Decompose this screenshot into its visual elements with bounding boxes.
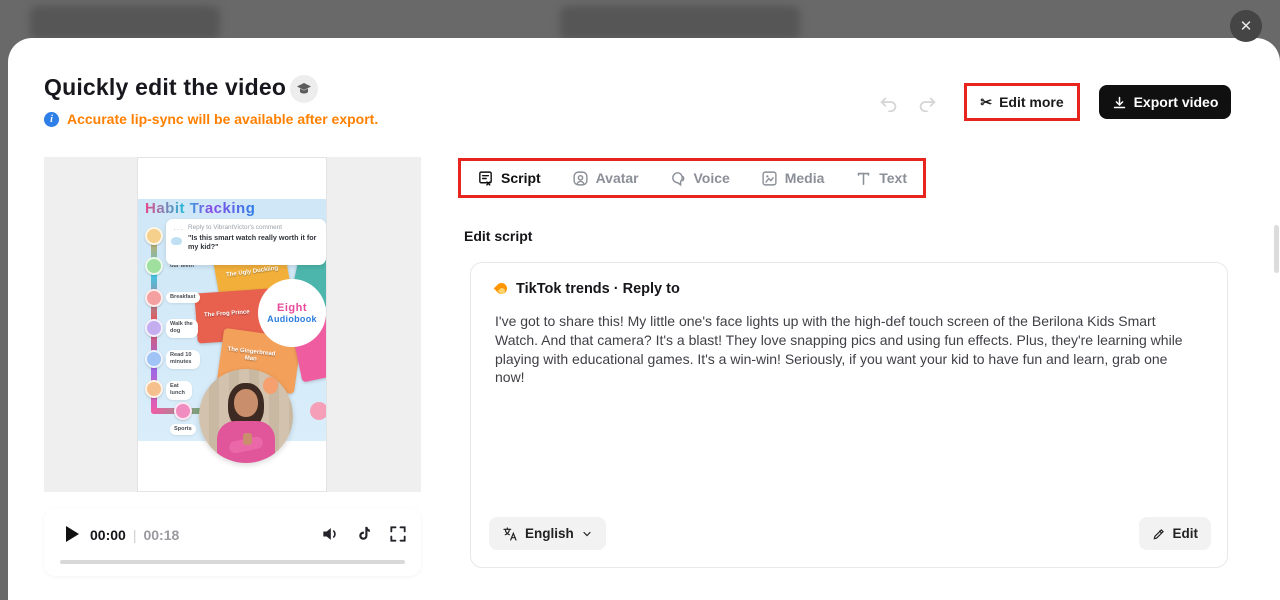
info-icon: i <box>44 112 59 127</box>
pencil-icon <box>1152 527 1166 541</box>
audiobook-badge: Eight Audiobook <box>258 279 326 347</box>
volume-icon[interactable] <box>320 524 340 544</box>
time-display: 00:00 | 00:18 <box>90 527 179 543</box>
translate-icon <box>502 526 518 542</box>
player-bar: 00:00 | 00:18 <box>44 508 421 576</box>
timeline-label: Sports <box>170 424 196 435</box>
current-time: 00:00 <box>90 527 126 543</box>
timeline-dot <box>310 402 327 420</box>
commenter-avatar <box>171 237 182 245</box>
script-icon <box>477 170 494 187</box>
chevron-down-icon <box>581 528 593 540</box>
tab-script-label: Script <box>501 170 541 186</box>
timeline-label: Read 10 minutes <box>166 350 200 369</box>
export-video-button[interactable]: Export video <box>1099 85 1231 119</box>
language-selector[interactable]: English <box>489 517 606 550</box>
duration: 00:18 <box>143 527 179 543</box>
text-icon <box>855 170 872 187</box>
notice-text: Accurate lip-sync will be available afte… <box>67 111 378 127</box>
timeline-dot <box>145 319 163 337</box>
timeline-dot <box>145 350 163 368</box>
timeline-dot <box>174 402 192 420</box>
tab-text[interactable]: Text <box>855 170 907 187</box>
artwork-title: Habit Tracking <box>145 200 255 217</box>
more-dots-icon: ··· <box>173 225 184 234</box>
edit-script-label: Edit script <box>464 228 532 244</box>
graduation-cap-icon[interactable] <box>290 75 318 103</box>
edit-video-modal: Quickly edit the video i Accurate lip-sy… <box>8 38 1280 600</box>
presenter-hand <box>243 433 252 445</box>
presenter-avatar <box>199 369 293 463</box>
avatar-icon <box>572 170 589 187</box>
video-preview-panel: Habit Tracking our teeth Breakfast Walk … <box>44 157 421 492</box>
play-icon[interactable] <box>66 526 79 542</box>
tab-media[interactable]: Media <box>761 170 825 187</box>
timeline-label: Walk the dog <box>166 319 198 338</box>
presenter-face <box>234 389 258 417</box>
balloon-decor <box>263 377 278 394</box>
background-blob <box>560 6 800 40</box>
script-card-header: TikTok trends · Reply to <box>495 281 680 297</box>
script-card: TikTok trends · Reply to I've got to sha… <box>470 262 1228 568</box>
export-video-label: Export video <box>1134 94 1219 110</box>
progress-bar[interactable] <box>60 560 405 564</box>
video-canvas[interactable]: Habit Tracking our teeth Breakfast Walk … <box>137 157 327 492</box>
page-scrollbar[interactable] <box>1274 225 1279 273</box>
audiobook-line2: Audiobook <box>267 314 317 324</box>
edit-script-button[interactable]: Edit <box>1139 517 1212 550</box>
comment-reply-label: Reply to VibrantVictor's comment <box>188 224 320 231</box>
tab-voice-label: Voice <box>694 170 730 186</box>
page-title: Quickly edit the video <box>44 74 286 101</box>
audiobook-line1: Eight <box>277 302 307 315</box>
language-label: English <box>525 526 574 541</box>
tab-media-label: Media <box>785 170 825 186</box>
tab-script[interactable]: Script <box>477 170 541 187</box>
download-icon <box>1112 95 1127 110</box>
timeline-dot <box>145 257 163 275</box>
undo-icon[interactable] <box>878 92 900 114</box>
tab-avatar-label: Avatar <box>596 170 639 186</box>
editor-tabs: Script Avatar Voice Media Text <box>461 161 923 195</box>
edit-more-button[interactable]: ✂ Edit more <box>969 88 1075 116</box>
script-text[interactable]: I've got to share this! My little one's … <box>495 312 1195 387</box>
close-icon[interactable]: ✕ <box>1230 10 1262 42</box>
redo-icon[interactable] <box>916 92 938 114</box>
scissors-icon: ✂ <box>980 95 992 109</box>
fire-icon <box>495 282 507 297</box>
lip-sync-notice: i Accurate lip-sync will be available af… <box>44 111 378 127</box>
timeline-dot <box>145 380 163 398</box>
comment-quote: "Is this smart watch really worth it for… <box>188 233 320 251</box>
edit-more-label: Edit more <box>999 94 1064 110</box>
fullscreen-icon[interactable] <box>388 524 408 544</box>
timeline-dot <box>145 289 163 307</box>
tab-voice[interactable]: Voice <box>670 170 730 187</box>
edit-button-label: Edit <box>1173 526 1199 541</box>
clock-icon <box>145 227 163 245</box>
tab-avatar[interactable]: Avatar <box>572 170 639 187</box>
tiktok-icon[interactable] <box>354 524 374 544</box>
tab-text-label: Text <box>879 170 907 186</box>
script-card-title: TikTok trends · Reply to <box>516 281 680 297</box>
voice-icon <box>670 170 687 187</box>
media-icon <box>761 170 778 187</box>
timeline-label: Breakfast <box>166 292 200 303</box>
comment-bubble: ··· Reply to VibrantVictor's comment "Is… <box>166 219 326 265</box>
timeline-label: Eat lunch <box>166 381 192 400</box>
time-separator: | <box>133 527 137 543</box>
background-blob <box>30 6 220 40</box>
